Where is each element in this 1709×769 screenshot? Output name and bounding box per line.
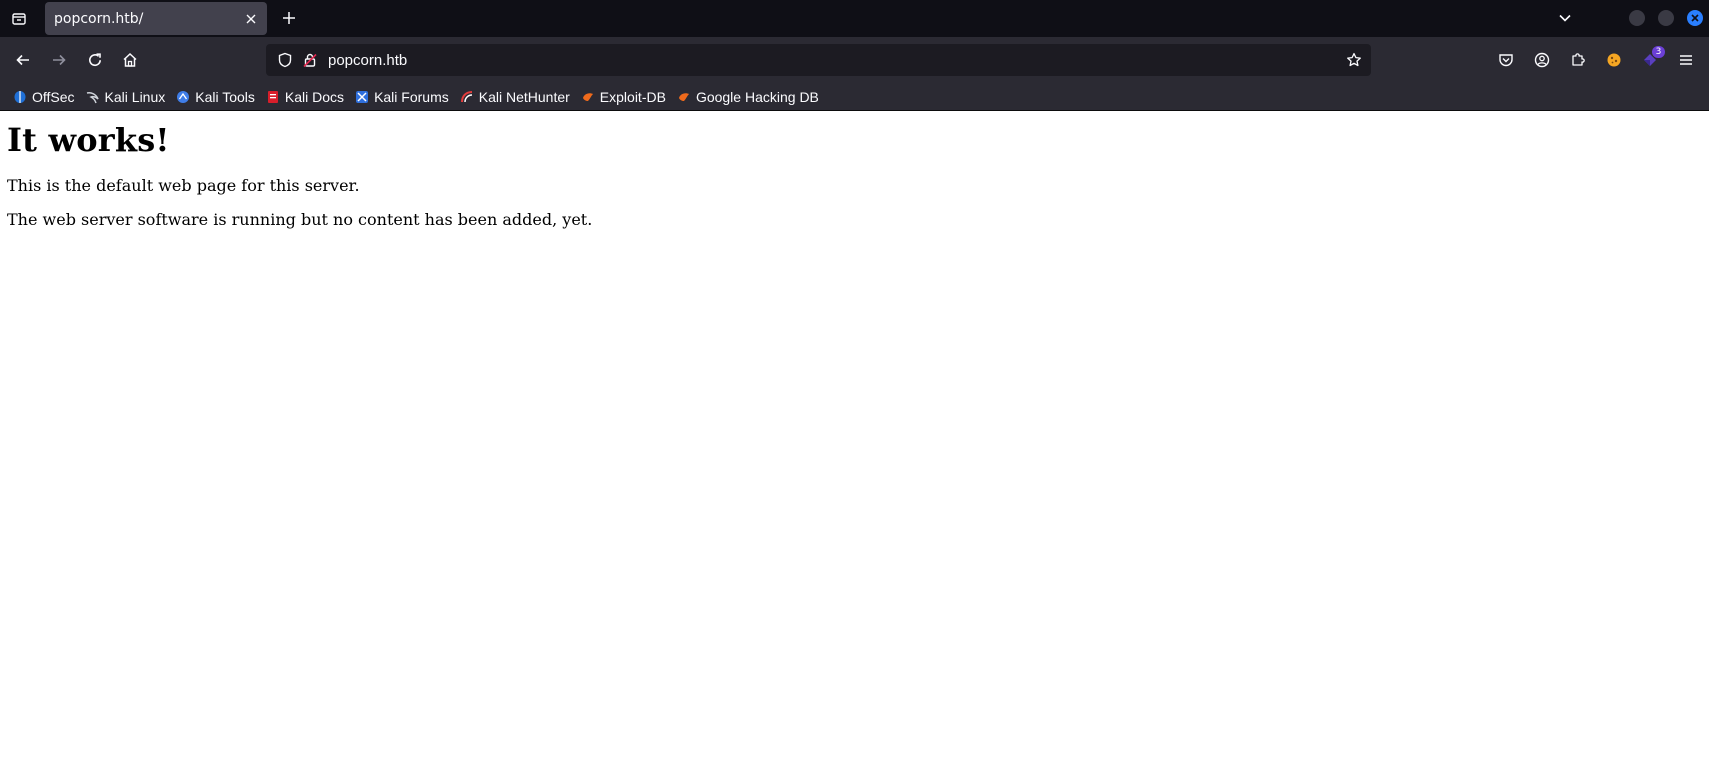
tab-list-icon (11, 12, 26, 25)
account-button[interactable] (1528, 46, 1556, 74)
extensions-button[interactable] (1564, 46, 1592, 74)
arrow-left-icon (16, 54, 29, 66)
pocket-icon (1499, 54, 1513, 67)
bookmark-kali-linux[interactable]: Kali Linux (83, 85, 172, 109)
bookmark-label: Kali NetHunter (478, 88, 570, 105)
extension-foxyproxy-button[interactable]: 3 (1636, 46, 1665, 74)
window-maximize-button[interactable] (1658, 10, 1674, 26)
url-bar[interactable] (266, 44, 1371, 76)
cookie-icon (1607, 53, 1621, 67)
list-tabs-dropdown[interactable] (1552, 5, 1578, 31)
bookmark-kali-forums[interactable]: Kali Forums (352, 85, 455, 109)
exploit-db-icon (580, 89, 596, 105)
hamburger-menu-icon (1680, 55, 1692, 65)
bookmark-page-button[interactable] (1339, 46, 1369, 74)
forward-button[interactable] (45, 46, 73, 74)
bookmark-label: Kali Tools (195, 88, 255, 105)
bookmark-label: Kali Forums (374, 88, 449, 105)
new-tab-button[interactable] (276, 5, 302, 31)
pocket-button[interactable] (1492, 46, 1520, 74)
extension-cookie-button[interactable] (1600, 46, 1628, 74)
home-icon (123, 52, 137, 67)
reload-icon (89, 53, 101, 67)
bookmark-label: OffSec (32, 88, 75, 105)
window-close-button[interactable] (1687, 10, 1703, 26)
tab-title: popcorn.htb/ (54, 10, 144, 27)
kali-tools-icon (175, 89, 191, 105)
extension-badge: 3 (1652, 46, 1665, 58)
ghdb-icon (676, 89, 692, 105)
tracking-protection-button[interactable] (272, 52, 298, 68)
chevron-down-icon (1559, 14, 1571, 22)
puzzle-icon (1572, 53, 1585, 66)
window-minimize-button[interactable] (1629, 10, 1645, 26)
page-heading: It works! (7, 121, 170, 159)
tab-active[interactable]: popcorn.htb/ (45, 2, 267, 35)
bookmark-google-hacking-db[interactable]: Google Hacking DB (674, 85, 825, 109)
shield-icon (278, 52, 292, 68)
back-button[interactable] (9, 46, 37, 74)
home-button[interactable] (116, 46, 144, 74)
offsec-icon (12, 89, 28, 105)
kali-forums-icon (354, 89, 370, 105)
arrow-right-icon (53, 54, 66, 66)
bookmark-kali-tools[interactable]: Kali Tools (173, 85, 261, 109)
navigation-toolbar: 3 (0, 37, 1709, 83)
insecure-lock-icon (303, 53, 317, 68)
bookmark-label: Kali Docs (284, 88, 345, 105)
url-input[interactable] (322, 46, 1339, 74)
plus-icon (283, 12, 295, 24)
kali-docs-icon (265, 89, 281, 105)
site-info-button[interactable] (298, 52, 322, 68)
list-all-tabs-button[interactable] (0, 0, 37, 37)
close-icon (246, 14, 256, 23)
bookmark-kali-nethunter[interactable]: Kali NetHunter (457, 85, 576, 109)
bookmark-label: Exploit-DB (599, 88, 666, 105)
web-page-content: It works! This is the default web page f… (0, 112, 1709, 769)
app-menu-button[interactable] (1672, 46, 1700, 74)
account-icon (1534, 52, 1550, 68)
bookmarks-toolbar: OffSec Kali Linux Kali Tools Kali Docs K… (0, 83, 1709, 111)
page-paragraph: The web server software is running but n… (7, 210, 593, 229)
bookmark-kali-docs[interactable]: Kali Docs (263, 85, 350, 109)
tab-close-button[interactable] (239, 7, 263, 31)
tab-strip: popcorn.htb/ (0, 0, 1709, 37)
bookmark-exploit-db[interactable]: Exploit-DB (578, 85, 672, 109)
bookmark-label: Google Hacking DB (695, 88, 819, 105)
bookmark-label: Kali Linux (104, 88, 166, 105)
nethunter-icon (459, 89, 475, 105)
page-paragraph: This is the default web page for this se… (7, 176, 360, 195)
kali-dragon-icon (85, 89, 101, 105)
bookmark-offsec[interactable]: OffSec (10, 85, 81, 109)
close-icon (1691, 14, 1699, 22)
reload-button[interactable] (81, 46, 109, 74)
star-icon (1347, 52, 1361, 67)
